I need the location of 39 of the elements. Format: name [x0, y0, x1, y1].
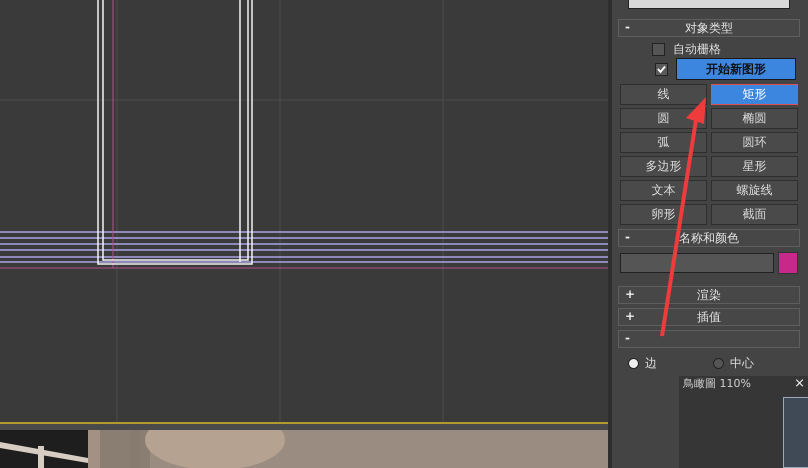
name-field[interactable]: [620, 253, 774, 273]
checkbox[interactable]: [652, 42, 665, 56]
rollout-title: 插值: [697, 308, 721, 326]
radio-label: 边: [645, 355, 657, 372]
popup-title: 鳥瞰圖 110%: [683, 376, 751, 392]
radio-button[interactable]: [628, 358, 639, 369]
shape-button[interactable]: 卵形: [620, 204, 707, 225]
shape-button[interactable]: 线: [620, 84, 707, 105]
checkbox[interactable]: [655, 62, 668, 76]
rollout-header[interactable]: -: [618, 330, 800, 348]
rollout-header[interactable]: - 名称和颜色: [618, 229, 800, 247]
rollout-header[interactable]: + 渲染: [618, 286, 800, 304]
shape-button[interactable]: 截面: [711, 204, 798, 225]
color-swatch[interactable]: [778, 252, 798, 274]
close-button[interactable]: ×: [794, 376, 805, 392]
rollout-header[interactable]: + 插值: [618, 308, 800, 326]
shape-button[interactable]: 弧: [620, 132, 707, 153]
expand-sign: +: [625, 309, 636, 324]
shape-button[interactable]: 星形: [711, 156, 798, 177]
rollout-title: 对象类型: [685, 20, 733, 36]
expand-sign: -: [625, 331, 630, 346]
shape-button[interactable]: 圆环: [711, 132, 798, 153]
shape-button[interactable]: 螺旋线: [711, 180, 798, 201]
shape-button[interactable]: 椭圆: [711, 108, 798, 129]
radio-label: 中心: [730, 355, 754, 372]
rollout-title: 名称和颜色: [679, 230, 739, 246]
rollout-header[interactable]: - 对象类型: [618, 19, 800, 37]
shape-button[interactable]: 文本: [620, 180, 707, 201]
radio-button[interactable]: [713, 358, 724, 369]
start-new-shape-button[interactable]: 开始新图形: [676, 58, 796, 80]
expand-sign: -: [625, 230, 630, 245]
checkbox-label: 自动栅格: [673, 40, 721, 58]
shape-button[interactable]: 多边形: [620, 156, 707, 177]
expand-sign: -: [625, 20, 630, 35]
expand-sign: +: [625, 287, 636, 302]
input-field[interactable]: [628, 0, 790, 9]
panel-thumbnail: [783, 397, 808, 468]
rollout-title: 渲染: [697, 286, 721, 304]
shape-button[interactable]: 矩形: [711, 84, 798, 105]
